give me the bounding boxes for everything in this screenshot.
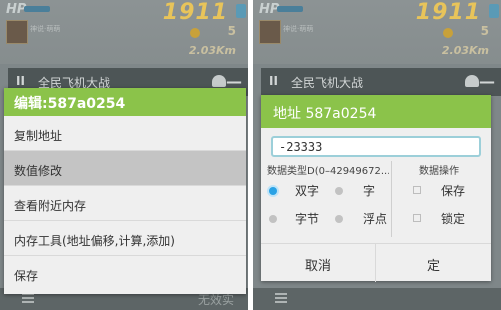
dialog-title: 地址 587a0254 [261,95,491,128]
bottom-bar [253,288,501,310]
radio-byte[interactable] [269,215,277,223]
menu-item-view-nearby-memory[interactable]: 查看附近内存 [4,186,246,221]
checkbox-lock-label: 锁定 [441,212,466,226]
radio-float-label: 浮点 [363,212,388,226]
edit-menu-dialog: 编辑:587a0254 复制地址 数值修改 查看附近内存 内存工具(地址偏移,计… [4,88,246,294]
radio-byte-label: 字节 [295,212,320,226]
game-pause-button[interactable] [236,4,246,18]
data-type-label: 数据类型D(0–42949672... [267,166,389,177]
right-screen: HP 神说·萌萌 1911 5 2.03Km II 全民飞机大战 — 地址 58… [253,0,501,310]
list-icon[interactable] [22,293,34,304]
menu-item-memory-tools[interactable]: 内存工具(地址偏移,计算,添加) [4,221,246,256]
overlay-title: 全民飞机大战 [291,76,364,90]
overlay-titlebar: II 全民飞机大战 — [261,68,501,96]
game-pause-button[interactable] [489,4,499,18]
radio-float[interactable] [335,215,343,223]
list-icon[interactable] [275,293,287,304]
avatar [6,20,28,44]
coin-count: 5 [480,24,489,38]
coin-icon [443,28,453,38]
android-icon[interactable] [465,75,479,87]
checkbox-lock[interactable] [413,214,421,222]
android-icon[interactable] [212,75,226,87]
checkbox-save-label: 保存 [441,184,466,198]
dialog-title: 编辑:587a0254 [4,88,246,116]
cancel-button[interactable]: 取消 [261,244,376,282]
radio-word-label: 字 [363,184,376,198]
player-name: 神说·萌萌 [30,25,61,33]
avatar [259,20,281,44]
distance: 2.03Km [188,44,236,57]
pause-icon[interactable]: II [269,74,278,88]
score: 1911 [415,0,481,25]
checkbox-save[interactable] [413,186,421,194]
divider [391,161,392,237]
radio-dword-label: 双字 [295,184,320,198]
hp-bar [277,6,303,12]
menu-item-copy-address[interactable]: 复制地址 [4,116,246,151]
minimize-icon[interactable]: — [479,72,495,91]
menu-item-modify-value[interactable]: 数值修改 [4,151,246,186]
value-input[interactable] [271,136,481,157]
coin-icon [190,28,200,38]
score: 1911 [162,0,228,25]
confirm-button[interactable]: 定 [376,244,491,282]
value-edit-dialog: 地址 587a0254 数据类型D(0–42949672... 数据操作 双字 … [261,95,491,282]
coin-count: 5 [227,24,236,38]
distance: 2.03Km [441,44,489,57]
radio-dword[interactable] [269,187,277,195]
game-hud: HP 神说·萌萌 1911 5 2.03Km [253,0,501,64]
pause-icon[interactable]: II [16,74,25,88]
hp-bar [24,6,50,12]
dialog-buttons: 取消 定 [261,243,491,282]
radio-word[interactable] [335,187,343,195]
menu-item-save[interactable]: 保存 [4,256,246,291]
data-ops-label: 数据操作 [419,166,459,177]
left-screen: HP 神说·萌萌 1911 5 2.03Km II 全民飞机大战 — 无效实 编… [0,0,248,310]
player-name: 神说·萌萌 [283,25,314,33]
game-hud: HP 神说·萌萌 1911 5 2.03Km [0,0,248,64]
